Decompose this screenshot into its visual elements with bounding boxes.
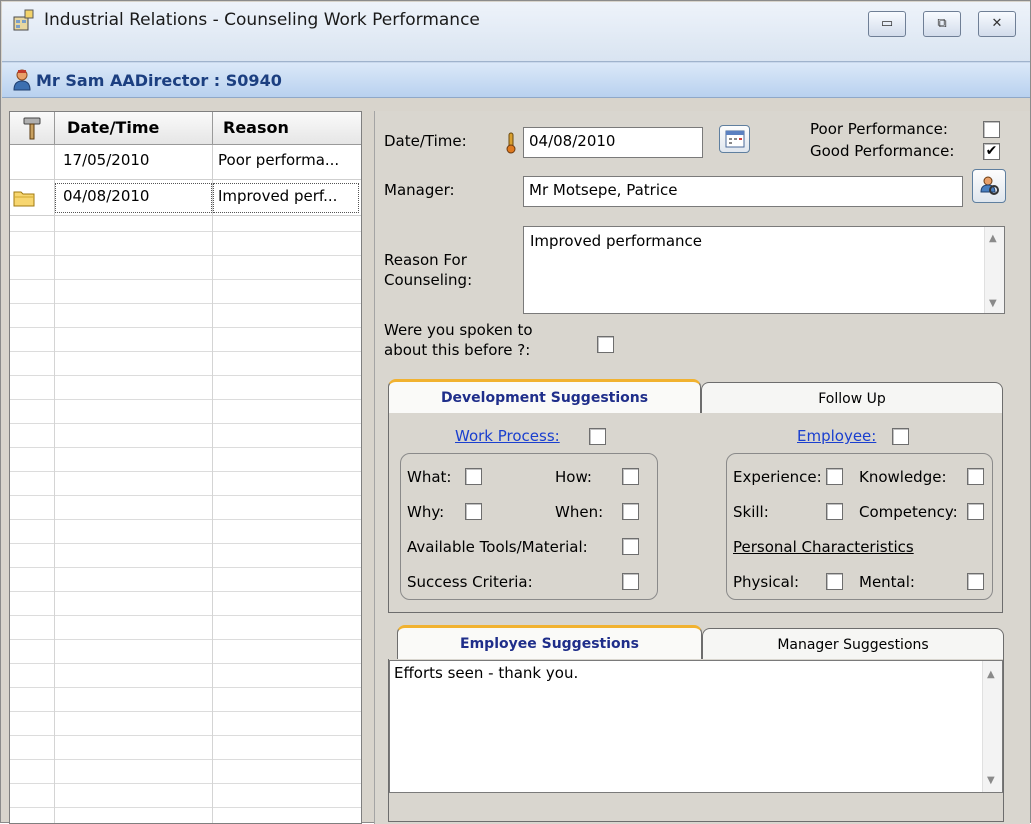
good-performance-label: Good Performance:: [810, 142, 955, 160]
user-header: Mr Sam AADirector : S0940: [2, 62, 1030, 98]
spoken-before-checkbox[interactable]: [597, 336, 614, 353]
employee-suggestions-textarea[interactable]: Efforts seen - thank you. ▲ ▼: [389, 660, 1003, 793]
row-reason: Poor performa...: [218, 151, 340, 169]
suggestion-text: Efforts seen - thank you.: [394, 664, 579, 682]
reason-scrollbar[interactable]: ▲ ▼: [984, 227, 1004, 313]
suggestions-panel: Efforts seen - thank you. ▲ ▼: [388, 659, 1004, 822]
app-icon: [11, 8, 35, 32]
when-label: When:: [555, 503, 604, 521]
manager-lookup-button[interactable]: [972, 169, 1006, 203]
why-label: Why:: [407, 503, 445, 521]
knowledge-label: Knowledge:: [859, 468, 947, 486]
skill-label: Skill:: [733, 503, 769, 521]
folder-icon: [13, 189, 35, 211]
required-field-icon: [506, 132, 516, 158]
experience-checkbox[interactable]: [826, 468, 843, 485]
reason-text: Improved performance: [530, 232, 703, 250]
scroll-down-icon[interactable]: ▼: [987, 775, 995, 786]
manager-label: Manager:: [384, 181, 455, 199]
counseling-form: Date/Time: 04/08/2010 Poor Performance: …: [374, 111, 1030, 824]
restore-button[interactable]: ⧉: [923, 11, 961, 37]
what-checkbox[interactable]: [465, 468, 482, 485]
mental-checkbox[interactable]: [967, 573, 984, 590]
table-row-selected[interactable]: 04/08/2010 Improved perf...: [10, 181, 361, 216]
when-checkbox[interactable]: [622, 503, 639, 520]
tools-checkbox[interactable]: [622, 538, 639, 555]
column-header-reason[interactable]: Reason: [223, 118, 289, 137]
personal-characteristics-label: Personal Characteristics: [733, 538, 914, 556]
success-criteria-label: Success Criteria:: [407, 573, 533, 591]
skill-checkbox[interactable]: [826, 503, 843, 520]
scroll-up-icon[interactable]: ▲: [987, 669, 995, 680]
spoken-label-line2: about this before ?:: [384, 341, 531, 359]
work-process-group: What: How: Why: When: Available Tools/Ma…: [400, 453, 658, 600]
datetime-input[interactable]: 04/08/2010: [523, 127, 703, 158]
window-title: Industrial Relations - Counseling Work P…: [44, 10, 480, 30]
what-label: What:: [407, 468, 452, 486]
row-reason: Improved perf...: [218, 187, 338, 205]
work-process-link[interactable]: Work Process:: [455, 427, 560, 445]
table-row[interactable]: 17/05/2010 Poor performa...: [10, 145, 361, 180]
employee-checkbox[interactable]: [892, 428, 909, 445]
reason-label-line2: Counseling:: [384, 271, 473, 289]
hammer-icon: [22, 116, 42, 144]
scroll-up-icon[interactable]: ▲: [989, 233, 997, 244]
mental-label: Mental:: [859, 573, 915, 591]
close-button[interactable]: ✕: [978, 11, 1016, 37]
tab-development-suggestions[interactable]: Development Suggestions: [388, 379, 701, 413]
calendar-button[interactable]: [719, 125, 750, 153]
physical-label: Physical:: [733, 573, 800, 591]
row-date: 17/05/2010: [63, 151, 150, 169]
competency-checkbox[interactable]: [967, 503, 984, 520]
user-icon: [12, 69, 32, 95]
row-date: 04/08/2010: [63, 187, 150, 205]
datetime-label: Date/Time:: [384, 132, 467, 150]
employee-name: Mr Sam AADirector : S0940: [36, 71, 282, 90]
scroll-down-icon[interactable]: ▼: [989, 298, 997, 309]
work-process-checkbox[interactable]: [589, 428, 606, 445]
knowledge-checkbox[interactable]: [967, 468, 984, 485]
physical-checkbox[interactable]: [826, 573, 843, 590]
calendar-icon: [725, 130, 745, 152]
user-search-icon: [979, 175, 1001, 201]
tab-follow-up[interactable]: Follow Up: [701, 382, 1003, 413]
experience-label: Experience:: [733, 468, 822, 486]
success-criteria-checkbox[interactable]: [622, 573, 639, 590]
minimize-button[interactable]: ▭: [868, 11, 906, 37]
how-label: How:: [555, 468, 592, 486]
grid-header: Date/Time Reason: [10, 112, 361, 145]
why-checkbox[interactable]: [465, 503, 482, 520]
reason-textarea[interactable]: Improved performance ▲ ▼: [523, 226, 1005, 314]
tab-employee-suggestions[interactable]: Employee Suggestions: [397, 625, 702, 659]
application-window: Industrial Relations - Counseling Work P…: [0, 0, 1031, 824]
column-header-datetime[interactable]: Date/Time: [67, 118, 159, 137]
how-checkbox[interactable]: [622, 468, 639, 485]
employee-group: Experience: Knowledge: Skill: Competency…: [726, 453, 993, 600]
poor-performance-checkbox[interactable]: [983, 121, 1000, 138]
spoken-label-line1: Were you spoken to: [384, 321, 533, 339]
counseling-records-grid[interactable]: Date/Time Reason 17/05/2010 Poor perform…: [9, 111, 362, 824]
manager-input[interactable]: Mr Motsepe, Patrice: [523, 176, 963, 207]
competency-label: Competency:: [859, 503, 958, 521]
tools-label: Available Tools/Material:: [407, 538, 588, 556]
development-suggestions-panel: Work Process: Employee: What: How: Why: …: [388, 413, 1003, 613]
title-bar: Industrial Relations - Counseling Work P…: [2, 2, 1030, 62]
tab-manager-suggestions[interactable]: Manager Suggestions: [702, 628, 1004, 659]
employee-link[interactable]: Employee:: [797, 427, 876, 445]
poor-performance-label: Poor Performance:: [810, 120, 948, 138]
good-performance-checkbox[interactable]: ✔: [983, 143, 1000, 160]
suggestions-scrollbar[interactable]: ▲ ▼: [982, 661, 1002, 792]
reason-label-line1: Reason For: [384, 251, 467, 269]
